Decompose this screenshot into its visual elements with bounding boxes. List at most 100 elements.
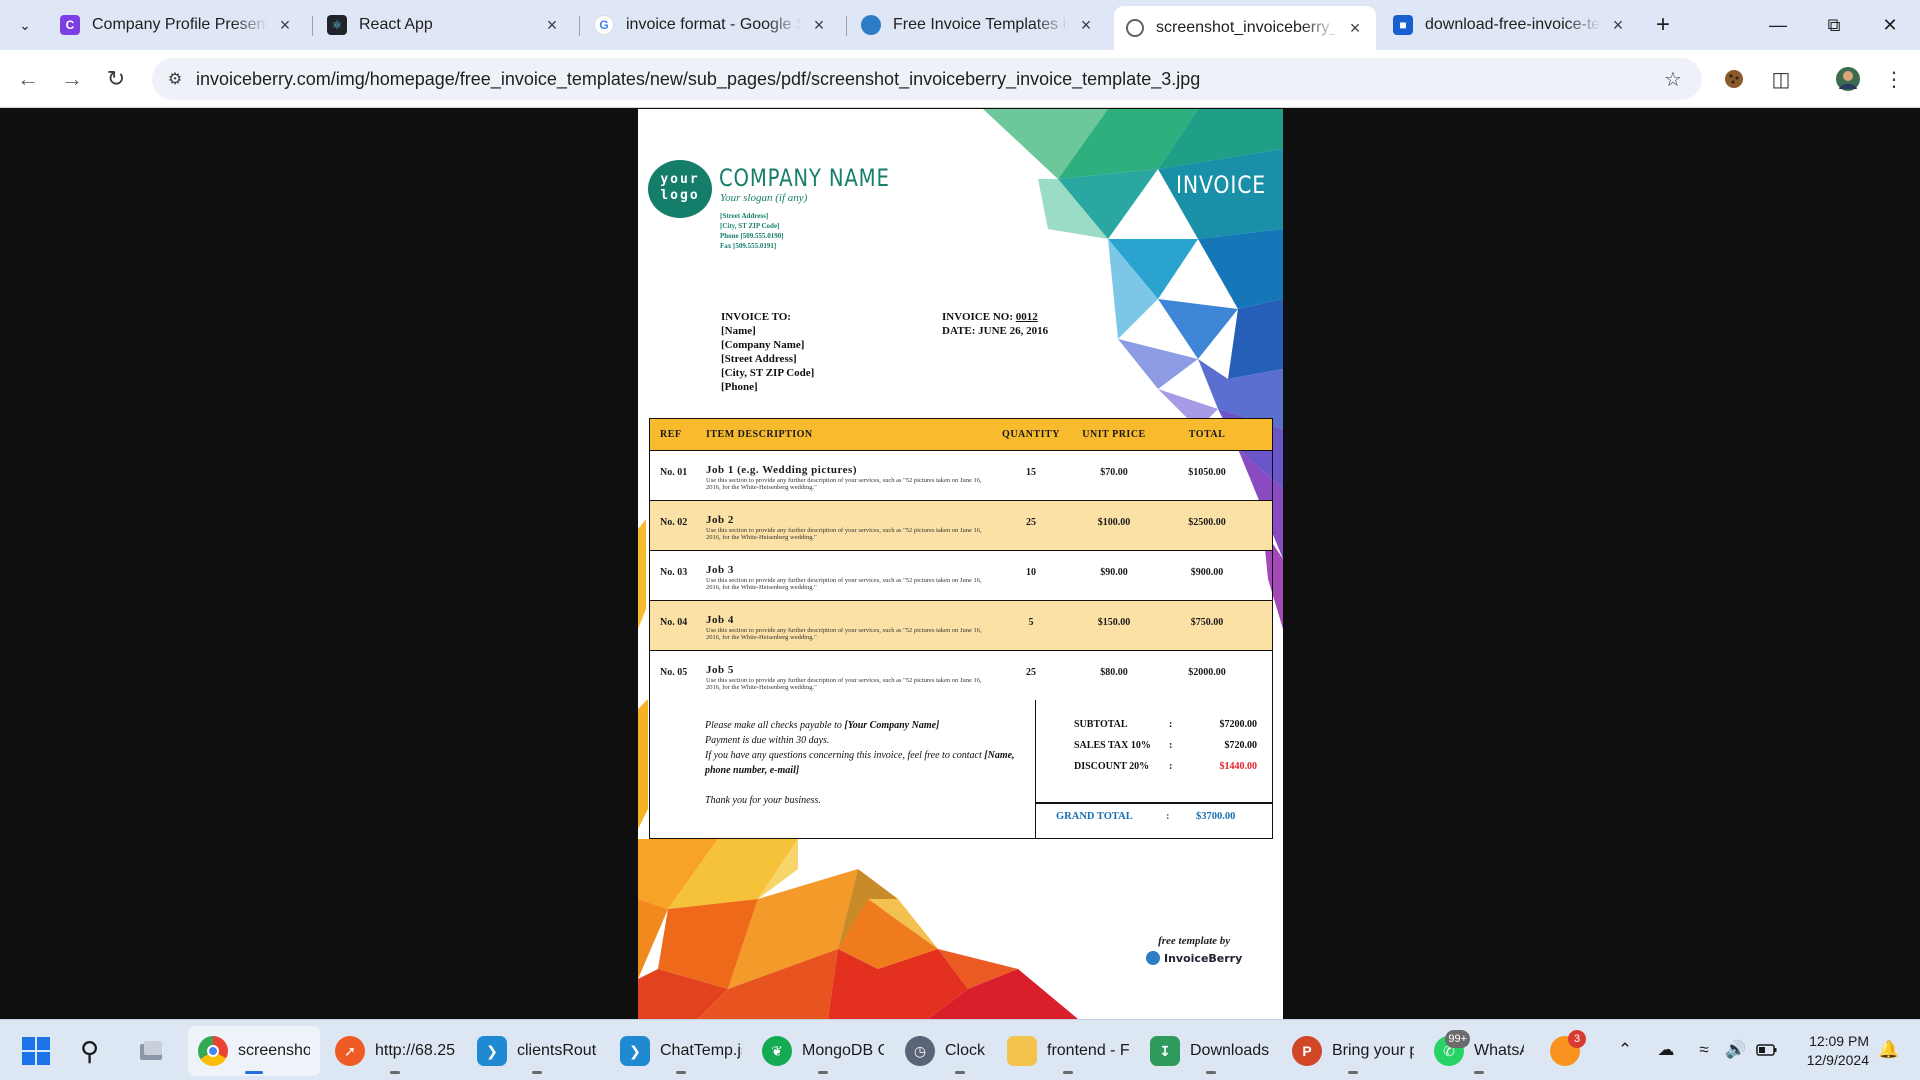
- tab-separator: [312, 16, 313, 36]
- battery-icon[interactable]: [1752, 1032, 1782, 1068]
- reload-icon: ↻: [106, 66, 126, 91]
- vscode-icon: ❯: [477, 1036, 507, 1066]
- invoice-heading: INVOICE: [1176, 171, 1267, 199]
- company-address: [Street Address] [City, ST ZIP Code] Pho…: [720, 212, 784, 250]
- invoice-image: your logo COMPANY NAME Your slogan (if a…: [638, 109, 1283, 1019]
- tab-google-search[interactable]: G invoice format - Google Se ×: [582, 8, 840, 42]
- start-button[interactable]: [20, 1026, 52, 1076]
- show-hidden-icons-button[interactable]: ⌃: [1612, 1032, 1638, 1068]
- task-view-button[interactable]: [136, 1026, 166, 1076]
- taskbar-chrome[interactable]: screenshot_: [188, 1026, 320, 1076]
- chevron-up-icon: ⌃: [1617, 1040, 1633, 1059]
- doc-icon: ■: [1393, 15, 1413, 35]
- tab-free-invoice-templates[interactable]: Free Invoice Templates in P ×: [849, 8, 1107, 42]
- close-window-button[interactable]: ✕: [1862, 0, 1918, 50]
- tab-screenshot-invoiceberry[interactable]: screenshot_invoiceberry_in ×: [1114, 6, 1376, 50]
- table-row: No. 04 Job 4 Use this section to provide …: [650, 601, 1272, 651]
- running-indicator: [1063, 1071, 1073, 1074]
- running-indicator: [390, 1071, 400, 1074]
- taskbar-mongodb[interactable]: ❦ MongoDB C: [762, 1026, 884, 1076]
- cloud-offline-icon[interactable]: ☁: [1652, 1032, 1680, 1068]
- invoiceberry-icon: [861, 15, 881, 35]
- invoice-number: INVOICE NO: 0012: [942, 311, 1038, 323]
- menu-kebab-icon[interactable]: ⋮: [1878, 63, 1910, 95]
- close-icon[interactable]: ×: [276, 15, 294, 35]
- close-icon[interactable]: ×: [810, 15, 828, 35]
- taskbar-powerpoint[interactable]: P Bring your p: [1292, 1026, 1414, 1076]
- notifications-bell-icon[interactable]: 🔔: [1876, 1032, 1902, 1068]
- forward-button[interactable]: →: [56, 63, 88, 95]
- line-items-table: REF ITEM DESCRIPTION QUANTITY UNIT PRICE…: [649, 418, 1273, 702]
- wifi-icon[interactable]: ≈: [1690, 1032, 1718, 1068]
- app-icon: 3: [1550, 1030, 1586, 1066]
- running-indicator: [818, 1071, 828, 1074]
- close-icon[interactable]: ×: [1609, 15, 1627, 35]
- taskbar-pinned-app[interactable]: 3: [1550, 1026, 1590, 1076]
- tab-react-app[interactable]: ⚛ React App ×: [315, 8, 573, 42]
- notification-badge: 3: [1568, 1030, 1586, 1048]
- running-indicator: [532, 1071, 542, 1074]
- whatsapp-icon: ✆ 99+: [1434, 1030, 1470, 1066]
- plus-icon: +: [1655, 11, 1670, 38]
- extensions-icon[interactable]: ◫: [1765, 63, 1797, 95]
- taskbar-downloads[interactable]: ↧ Downloads: [1150, 1026, 1272, 1076]
- search-icon: ⚲: [80, 1035, 100, 1066]
- volume-icon[interactable]: 🔊: [1722, 1032, 1750, 1068]
- browser-toolbar: ← → ↻ ⚙ invoiceberry.com/img/homepage/fr…: [0, 50, 1920, 108]
- tab-strip: ⌄ C Company Profile Presentat × ⚛ React …: [0, 0, 1920, 50]
- taskbar-clock-app[interactable]: ◷ Clock: [905, 1026, 1015, 1076]
- tab-download-invoice[interactable]: ■ download-free-invoice-ter ×: [1381, 8, 1639, 42]
- new-tab-button[interactable]: +: [1650, 11, 1676, 38]
- cookie-extension-icon[interactable]: [1718, 63, 1750, 95]
- taskbar-vscode-clientsroute[interactable]: ❯ clientsRoute: [477, 1026, 597, 1076]
- windows-taskbar: ⚲ screenshot_ ➚ http://68.25 ❯ clientsRo…: [0, 1019, 1920, 1080]
- taskbar-file-explorer-frontend[interactable]: frontend - F: [1007, 1026, 1129, 1076]
- site-settings-icon[interactable]: ⚙: [164, 68, 186, 90]
- chevron-down-icon: ⌄: [19, 16, 31, 33]
- system-clock[interactable]: 12:09 PM 12/9/2024: [1795, 1032, 1869, 1070]
- taskbar-vscode-chattemp[interactable]: ❯ ChatTemp.js: [620, 1026, 742, 1076]
- invoice-date: DATE: JUNE 26, 2016: [942, 325, 1049, 337]
- invoice-summary: Please make all checks payable to [Your …: [649, 700, 1273, 839]
- reload-button[interactable]: ↻: [100, 63, 132, 95]
- image-viewport: your logo COMPANY NAME Your slogan (if a…: [0, 109, 1920, 1019]
- address-bar[interactable]: ⚙ invoiceberry.com/img/homepage/free_inv…: [152, 58, 1702, 100]
- task-view-icon: [140, 1041, 162, 1060]
- search-button[interactable]: ⚲: [80, 1026, 99, 1076]
- minimize-button[interactable]: —: [1750, 0, 1806, 50]
- back-button[interactable]: ←: [12, 63, 44, 95]
- minimize-icon: —: [1769, 14, 1787, 35]
- mongodb-icon: ❦: [762, 1036, 792, 1066]
- bookmark-star-icon[interactable]: ☆: [1660, 66, 1686, 92]
- template-credit: free template by InvoiceBerry: [1146, 935, 1242, 965]
- subtotal-line: SUBTOTAL: $7200.00: [1074, 719, 1257, 730]
- vscode-icon: ❯: [620, 1036, 650, 1066]
- arrow-right-icon: →: [61, 66, 83, 91]
- canva-icon: C: [60, 15, 80, 35]
- tab-search-button[interactable]: ⌄: [12, 12, 38, 38]
- close-icon[interactable]: ×: [543, 15, 561, 35]
- grand-total-line: GRAND TOTAL: $3700.00: [1056, 811, 1236, 822]
- url-text[interactable]: invoiceberry.com/img/homepage/free_invoi…: [196, 69, 1200, 90]
- table-row: No. 03 Job 3 Use this section to provide …: [650, 551, 1272, 601]
- clock-icon: ◷: [905, 1036, 935, 1066]
- folder-icon: [1007, 1036, 1037, 1066]
- taskbar-whatsapp[interactable]: ✆99+ WhatsA: [1434, 1026, 1524, 1076]
- running-indicator: [676, 1071, 686, 1074]
- payment-notes: Please make all checks payable to [Your …: [650, 700, 1036, 838]
- bill-to-block: INVOICE TO: [Name] [Company Name] [Stree…: [721, 311, 815, 393]
- running-indicator: [1348, 1071, 1358, 1074]
- postman-icon: ➚: [335, 1036, 365, 1066]
- notification-badge: 99+: [1445, 1030, 1470, 1048]
- taskbar-postman[interactable]: ➚ http://68.25: [335, 1026, 455, 1076]
- react-icon: ⚛: [327, 15, 347, 35]
- tab-company-profile[interactable]: C Company Profile Presentat ×: [48, 8, 306, 42]
- close-icon: ✕: [1882, 14, 1898, 35]
- close-icon[interactable]: ×: [1077, 15, 1095, 35]
- close-icon[interactable]: ×: [1346, 18, 1364, 38]
- table-row: No. 02 Job 2 Use this section to provide …: [650, 501, 1272, 551]
- running-indicator: [1474, 1071, 1484, 1074]
- invoice-meta: INVOICE NO: 0012 DATE: JUNE 26, 2016: [942, 310, 1048, 338]
- restore-button[interactable]: ⧉: [1806, 0, 1862, 50]
- profile-avatar[interactable]: [1832, 63, 1864, 95]
